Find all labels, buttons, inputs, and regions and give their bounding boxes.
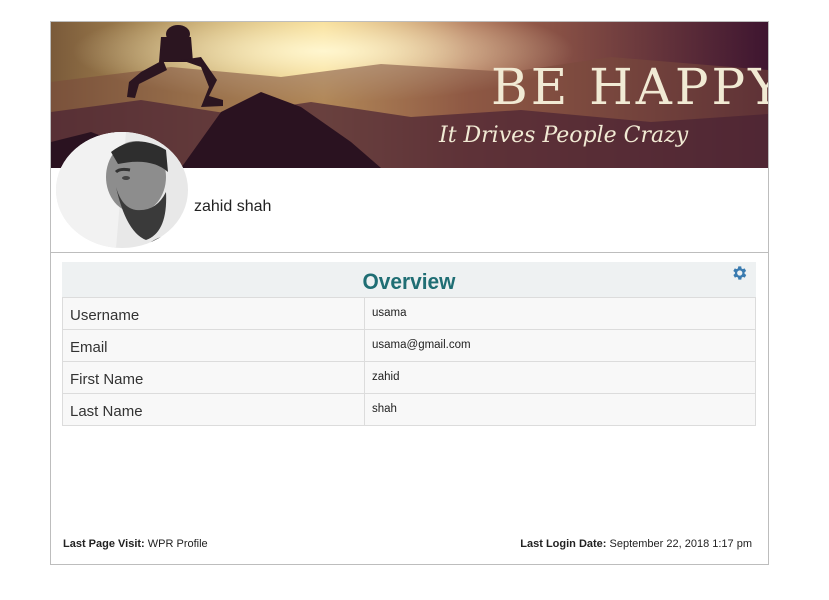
- overview-header: Overview: [62, 262, 756, 297]
- banner-tagline: It Drives People Crazy: [438, 123, 689, 148]
- last-name-value: shah: [364, 393, 756, 426]
- table-row: Email usama@gmail.com: [62, 329, 756, 362]
- overview-panel: Overview Username usama Email usama@gmai…: [62, 262, 756, 426]
- first-name-value: zahid: [364, 361, 756, 394]
- table-row: First Name zahid: [62, 361, 756, 394]
- table-row: Last Name shah: [62, 393, 756, 426]
- table-row: Username usama: [62, 297, 756, 330]
- banner-headline: BE HAPPY: [491, 58, 768, 116]
- avatar-photo: [56, 132, 188, 248]
- last-page-visit-value: WPR Profile: [147, 538, 208, 550]
- overview-title: Overview: [362, 269, 456, 294]
- profile-display-name: zahid shah: [194, 198, 272, 215]
- last-page-visit: Last Page Visit: WPR Profile: [63, 538, 208, 550]
- last-login-date: Last Login Date: September 22, 2018 1:17…: [520, 538, 752, 550]
- header-divider: [51, 252, 768, 253]
- username-label: Username: [62, 297, 365, 330]
- email-value: usama@gmail.com: [364, 329, 756, 362]
- gear-icon[interactable]: [730, 264, 748, 282]
- profile-info-table: Username usama Email usama@gmail.com Fir…: [62, 297, 756, 426]
- avatar[interactable]: [56, 132, 188, 248]
- first-name-label: First Name: [62, 361, 365, 394]
- last-login-date-label: Last Login Date:: [520, 538, 607, 550]
- profile-card: BE HAPPY It Drives People Crazy zahid sh…: [50, 21, 769, 565]
- username-value: usama: [364, 297, 756, 330]
- last-page-visit-label: Last Page Visit:: [63, 538, 145, 550]
- last-name-label: Last Name: [62, 393, 365, 426]
- last-login-date-value: September 22, 2018 1:17 pm: [609, 538, 752, 550]
- email-label: Email: [62, 329, 365, 362]
